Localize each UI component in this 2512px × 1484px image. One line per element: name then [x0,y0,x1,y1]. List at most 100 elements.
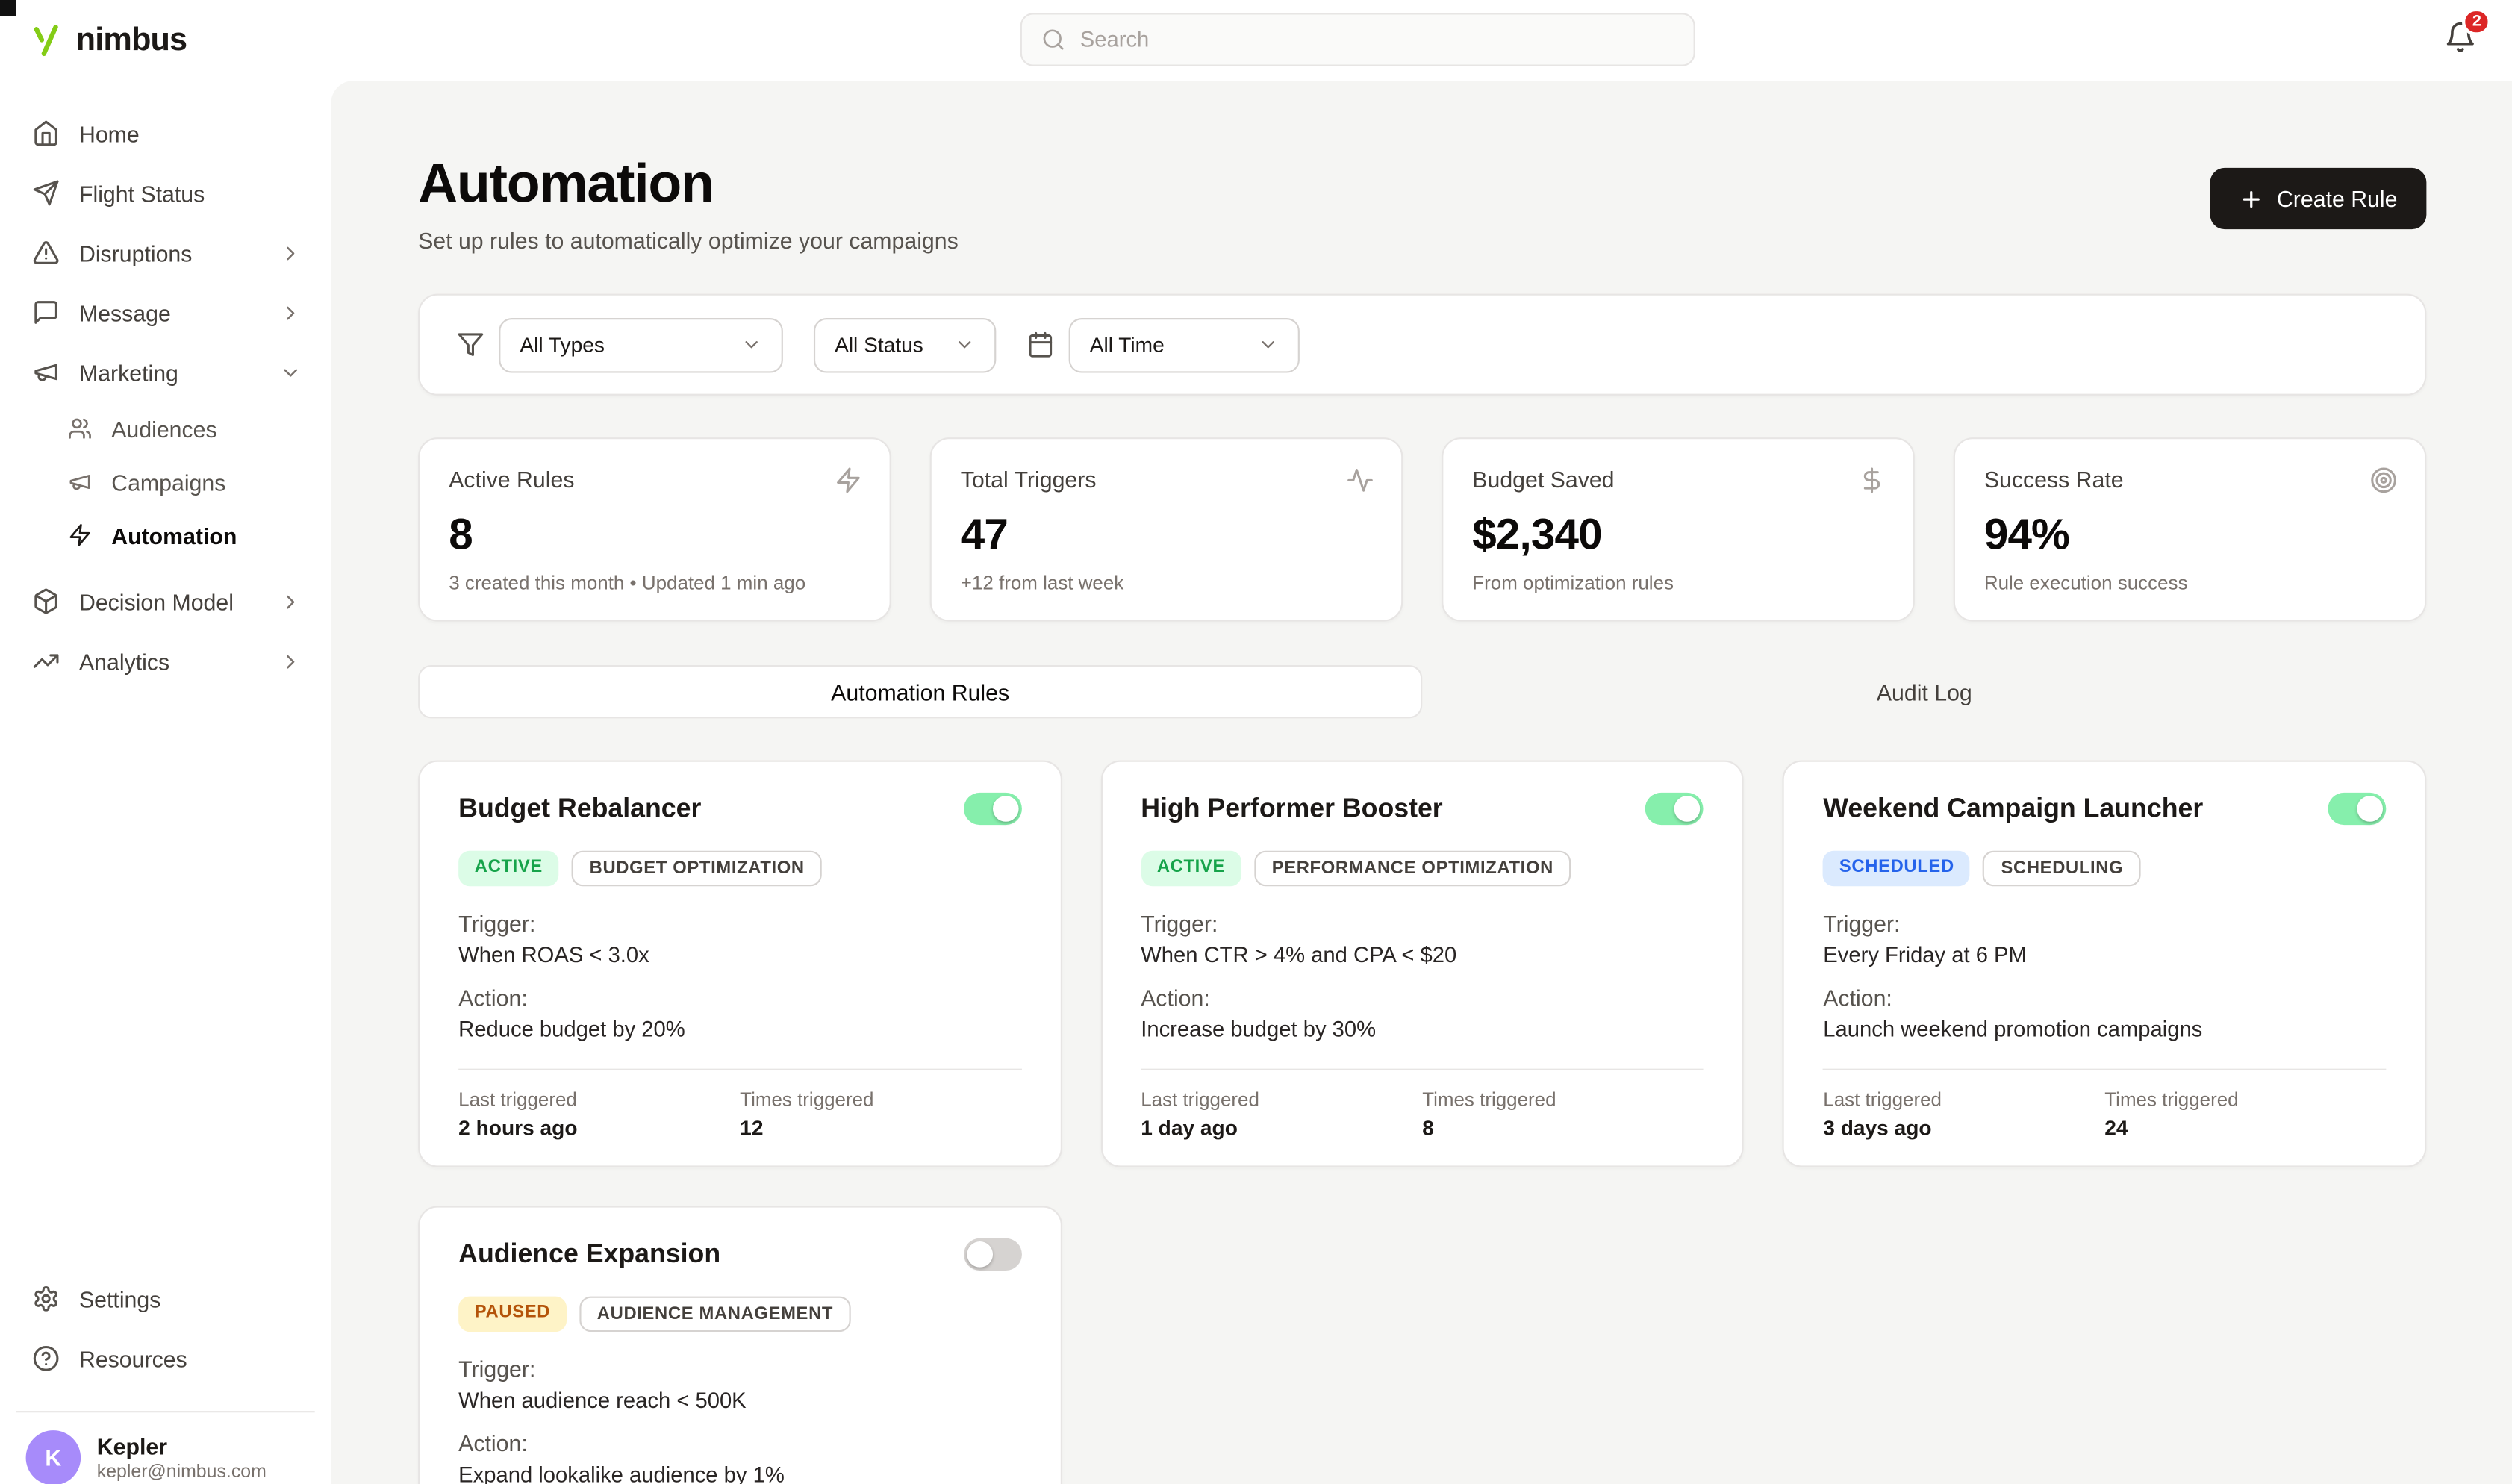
calendar-icon [1026,331,1054,358]
status-badge: ACTIVE [1141,851,1241,887]
stat-label: Success Rate [1984,467,2396,493]
category-badge: BUDGET OPTIMIZATION [572,851,823,887]
stat-caption: 3 created this month • Updated 1 min ago [449,572,860,594]
zap-icon [835,467,862,494]
sidebar-item-label: Flight Status [79,180,205,206]
type-filter-dropdown[interactable]: All Types [499,317,783,372]
sidebar-item-analytics[interactable]: Analytics [16,632,315,691]
sidebar-item-decision-model[interactable]: Decision Model [16,572,315,632]
filter-funnel-icon [457,331,484,358]
page-title: Automation [418,152,959,216]
gear-icon [32,1285,60,1312]
times-triggered-value: 8 [1422,1115,1704,1139]
sidebar-item-label: Campaigns [111,469,225,495]
zap-icon [68,523,92,547]
search-box[interactable] [1020,13,1695,66]
tab-audit-log[interactable]: Audit Log [1422,665,2426,718]
chevron-down-icon [279,361,302,383]
stat-value: $2,340 [1472,510,1883,560]
notification-count-badge: 2 [2463,8,2491,36]
sidebar-item-automation[interactable]: Automation [16,508,315,561]
rule-toggle[interactable] [963,1238,1021,1271]
megaphone-icon [68,470,92,493]
stat-caption: From optimization rules [1472,572,1883,594]
sidebar-item-resources[interactable]: Resources [16,1329,315,1388]
trending-up-icon [32,647,60,675]
chevron-right-icon [279,301,302,323]
rule-toggle[interactable] [963,793,1021,825]
sidebar-item-marketing[interactable]: Marketing [16,342,315,402]
category-badge: AUDIENCE MANAGEMENT [579,1297,851,1332]
stat-label: Active Rules [449,467,860,493]
last-triggered-value: 2 hours ago [458,1115,740,1139]
times-triggered-label: Times triggered [1422,1088,1704,1111]
rule-toggle[interactable] [2328,793,2386,825]
times-triggered-value: 24 [2104,1115,2386,1139]
stats-row: Active Rules 8 3 created this month • Up… [418,437,2426,622]
action-label: Action: [1141,985,1704,1011]
status-badge: ACTIVE [458,851,558,887]
user-profile[interactable]: K Kepler kepler@nimbus.com [16,1411,315,1484]
sidebar-item-label: Decision Model [79,588,234,614]
activity-icon [1347,467,1374,494]
chevron-right-icon [279,241,302,264]
sidebar-item-home[interactable]: Home [16,103,315,163]
package-icon [32,587,60,615]
create-rule-button[interactable]: Create Rule [2210,168,2426,229]
sidebar-item-label: Resources [79,1346,187,1372]
action-value: Expand lookalike audience by 1% [458,1462,1021,1484]
target-icon [2370,467,2398,494]
page-subtitle: Set up rules to automatically optimize y… [418,228,959,254]
stat-value: 94% [1984,510,2396,560]
sidebar-item-message[interactable]: Message [16,282,315,342]
sidebar-item-label: Marketing [79,359,178,385]
last-triggered-value: 1 day ago [1141,1115,1422,1139]
sidebar-item-settings[interactable]: Settings [16,1269,315,1329]
chevron-right-icon [279,590,302,612]
chat-bubble-icon [32,299,60,326]
rule-toggle[interactable] [1645,793,1704,825]
times-triggered-label: Times triggered [2104,1088,2386,1111]
search-input[interactable] [1080,28,1674,52]
create-rule-label: Create Rule [2277,186,2398,212]
sidebar-item-label: Audiences [111,416,216,442]
trigger-label: Trigger: [1141,911,1704,937]
app-root: nimbus 2 Home Flight Status [0,0,2512,1484]
time-filter-dropdown[interactable]: All Time [1069,317,1300,372]
sidebar-item-audiences[interactable]: Audiences [16,402,315,455]
trigger-label: Trigger: [1823,911,2386,937]
trigger-value: When audience reach < 500K [458,1388,1021,1412]
last-triggered-label: Last triggered [1141,1088,1422,1111]
tab-automation-rules[interactable]: Automation Rules [418,665,1422,718]
stat-caption: +12 from last week [961,572,1372,594]
notifications-button[interactable]: 2 [2444,21,2476,53]
trigger-value: When CTR > 4% and CPA < $20 [1141,943,1704,967]
status-badge: SCHEDULED [1823,851,1970,887]
sidebar-item-label: Settings [79,1286,160,1312]
search-icon [1041,28,1065,52]
stat-card-budget-saved: Budget Saved $2,340 From optimization ru… [1442,437,1915,622]
user-email: kepler@nimbus.com [97,1463,267,1483]
chevron-down-icon [1258,334,1279,355]
tab-bar: Automation Rules Audit Log [418,665,2426,718]
megaphone-icon [32,358,60,386]
sidebar: Home Flight Status Disruptions Message M… [0,81,331,1484]
sidebar-item-label: Home [79,120,140,146]
category-badge: PERFORMANCE OPTIMIZATION [1254,851,1571,887]
stat-label: Total Triggers [961,467,1372,493]
status-filter-dropdown[interactable]: All Status [814,317,996,372]
last-triggered-label: Last triggered [458,1088,740,1111]
trigger-label: Trigger: [458,911,1021,937]
trigger-value: When ROAS < 3.0x [458,943,1021,967]
rules-grid: Budget Rebalancer ACTIVE BUDGET OPTIMIZA… [418,761,2426,1484]
plus-icon [2240,187,2263,211]
stat-card-active-rules: Active Rules 8 3 created this month • Up… [418,437,891,622]
alert-triangle-icon [32,239,60,266]
action-value: Launch weekend promotion campaigns [1823,1017,2386,1041]
sidebar-item-campaigns[interactable]: Campaigns [16,455,315,508]
avatar: K [26,1430,81,1484]
sidebar-item-disruptions[interactable]: Disruptions [16,222,315,282]
sidebar-item-flight-status[interactable]: Flight Status [16,163,315,222]
brand-logo[interactable]: nimbus [29,22,187,59]
last-triggered-value: 3 days ago [1823,1115,2104,1139]
